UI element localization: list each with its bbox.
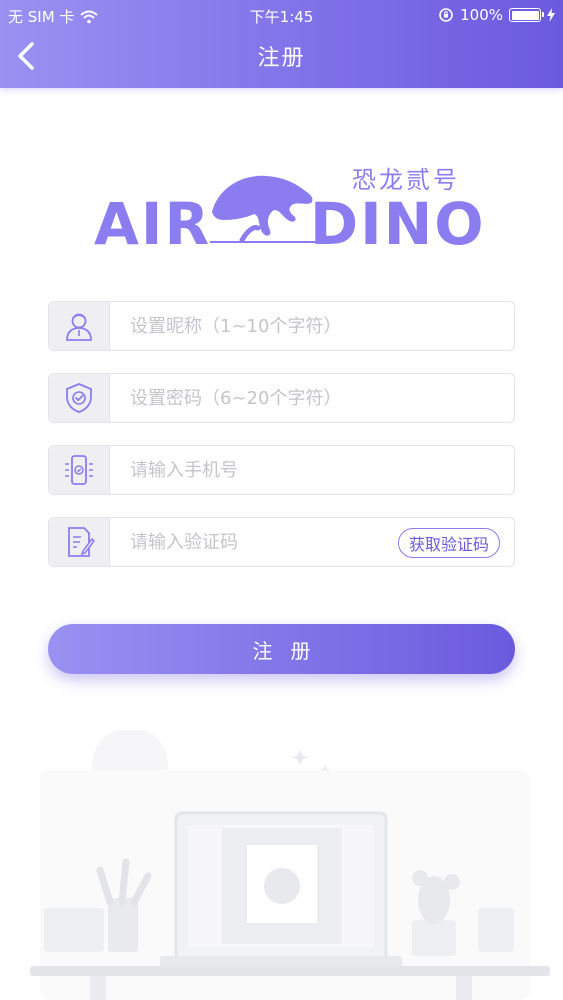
app-logo: 恐龙贰号 AIR DINO xyxy=(90,160,484,258)
logo-text-right: DINO xyxy=(310,190,486,258)
password-field xyxy=(48,373,515,423)
phone-field xyxy=(48,445,515,495)
password-input[interactable] xyxy=(110,374,514,422)
charging-bolt-icon xyxy=(547,8,555,22)
shield-check-icon xyxy=(66,383,92,413)
edit-document-icon xyxy=(68,527,95,557)
get-code-button[interactable]: 获取验证码 xyxy=(397,528,500,558)
code-field: 获取验证码 xyxy=(48,517,515,567)
nickname-field xyxy=(48,301,515,351)
phone-icon xyxy=(65,455,93,485)
page-title: 注册 xyxy=(257,46,306,71)
logo-text-left: AIR xyxy=(94,190,212,258)
rotation-lock-icon xyxy=(439,8,453,22)
nickname-input[interactable] xyxy=(110,302,514,350)
phone-input[interactable] xyxy=(110,446,514,494)
user-icon xyxy=(66,313,92,341)
status-bar: 无 SIM 卡 下午1:45 100% xyxy=(0,0,563,30)
dinosaur-icon xyxy=(210,175,316,243)
code-input[interactable] xyxy=(110,518,398,566)
battery-percent: 100% xyxy=(460,6,503,24)
battery-icon xyxy=(509,8,544,22)
header: 无 SIM 卡 下午1:45 100% 注册 xyxy=(0,0,563,88)
register-button[interactable]: 注册 xyxy=(48,624,515,674)
desk-illustration xyxy=(30,730,550,1000)
